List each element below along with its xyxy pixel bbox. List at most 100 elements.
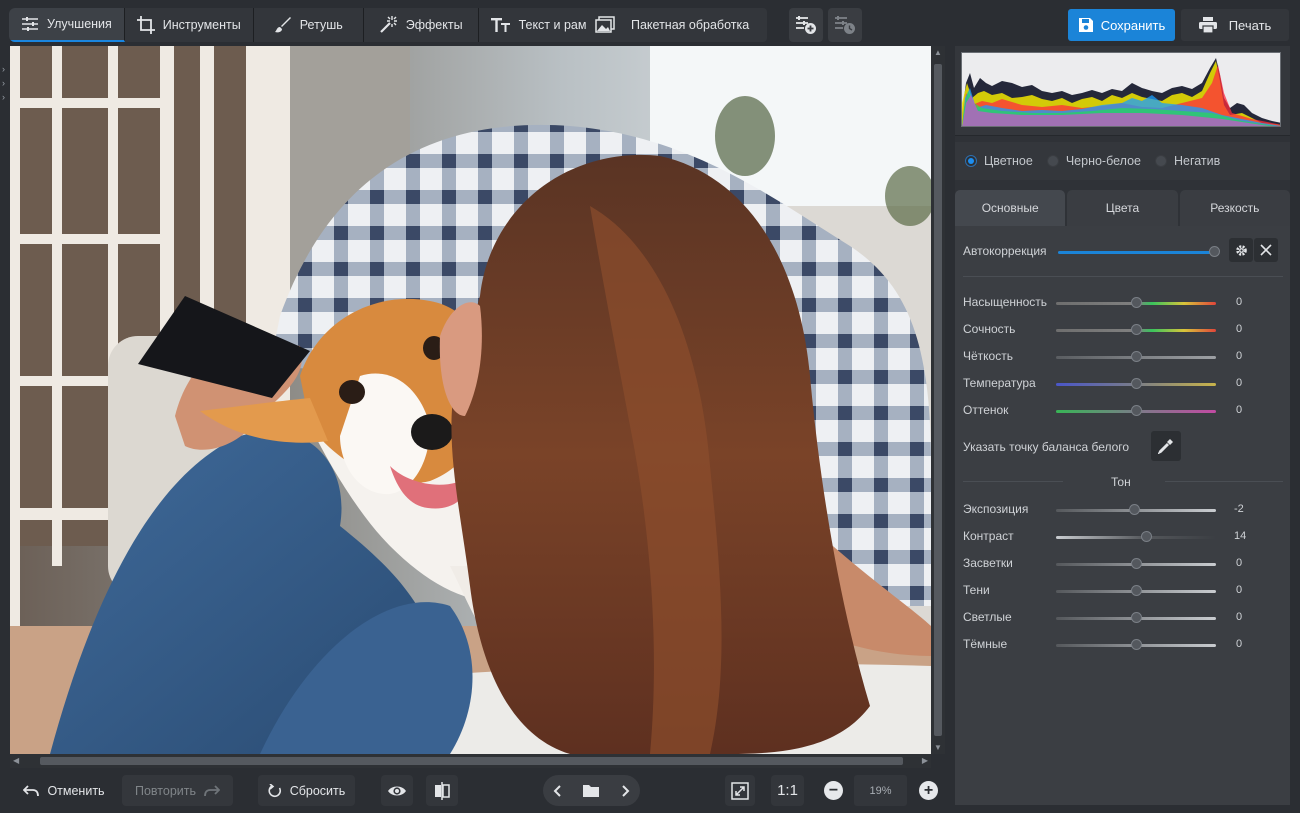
- slider-knob[interactable]: [1209, 246, 1220, 257]
- print-button[interactable]: Печать: [1181, 9, 1289, 41]
- vibrance-value: 0: [1236, 323, 1243, 335]
- reset-button[interactable]: Сбросить: [258, 775, 355, 806]
- photo: [10, 46, 931, 754]
- contrast-slider[interactable]: [1056, 536, 1216, 539]
- magic-wand-icon: [379, 16, 397, 33]
- radio-color[interactable]: Цветное: [965, 154, 1033, 168]
- white-balance-picker-button[interactable]: [1151, 431, 1181, 461]
- radio-black-white[interactable]: Черно-белое: [1046, 154, 1141, 168]
- zoom-in-icon[interactable]: +: [919, 781, 938, 800]
- add-to-queue-button[interactable]: [789, 8, 823, 42]
- tab-label: Эффекты: [405, 18, 463, 32]
- tab-label: Инструменты: [162, 18, 241, 32]
- radio-dot[interactable]: [1154, 155, 1167, 167]
- tab-retouch[interactable]: Ретушь: [253, 8, 364, 42]
- shadows-label: Тени: [963, 583, 990, 597]
- undo-arrow-icon: [23, 784, 40, 796]
- contrast-label: Контраст: [963, 529, 1014, 543]
- scroll-thumb[interactable]: [40, 757, 903, 765]
- clarity-label: Чёткость: [963, 349, 1013, 363]
- gear-icon: [1235, 244, 1247, 256]
- radio-dot[interactable]: [965, 155, 977, 167]
- color-mode-group: Цветное Черно-белое Негатив: [955, 142, 1290, 180]
- radio-negative[interactable]: Негатив: [1154, 154, 1221, 168]
- scroll-up-arrow-icon[interactable]: ▲: [934, 48, 942, 57]
- expand-arrow-icon[interactable]: ›: [2, 64, 5, 74]
- image-navigation: [543, 775, 640, 806]
- white-balance-label: Указать точку баланса белого: [963, 440, 1130, 454]
- autocorrection-label: Автокоррекция: [963, 244, 1047, 258]
- autocorrection-settings-button[interactable]: [1229, 238, 1253, 262]
- slider-knob[interactable]: [1131, 558, 1142, 569]
- exposure-label: Экспозиция: [963, 502, 1029, 516]
- slider-knob[interactable]: [1131, 297, 1142, 308]
- radio-label: Негатив: [1173, 154, 1221, 168]
- scroll-thumb[interactable]: [934, 64, 942, 736]
- slider-knob[interactable]: [1131, 324, 1142, 335]
- expand-arrow-icon[interactable]: ›: [2, 78, 5, 88]
- radio-label: Черно-белое: [1065, 154, 1141, 168]
- compare-button[interactable]: [426, 775, 458, 806]
- reset-icon: [268, 783, 281, 797]
- folder-icon[interactable]: [583, 784, 600, 797]
- images-icon: [595, 16, 615, 33]
- tab-effects[interactable]: Эффекты: [363, 8, 479, 42]
- print-label: Печать: [1228, 17, 1272, 33]
- expand-arrow-icon[interactable]: ›: [2, 92, 5, 102]
- fit-to-screen-button[interactable]: [725, 775, 755, 806]
- undo-button[interactable]: Отменить: [10, 775, 118, 806]
- horizontal-scrollbar[interactable]: ◀ ▶: [10, 754, 931, 768]
- highlights-value: 0: [1236, 557, 1243, 569]
- redo-arrow-icon: [204, 784, 220, 796]
- crop-icon: [136, 16, 155, 34]
- scroll-right-arrow-icon[interactable]: ▶: [922, 756, 928, 765]
- fit-screen-icon: [731, 781, 749, 800]
- autocorrection-cancel-button[interactable]: [1254, 238, 1278, 262]
- shadows-value: 0: [1236, 584, 1243, 596]
- batch-label: Пакетная обработка: [631, 18, 750, 32]
- printer-icon: [1198, 17, 1217, 33]
- tab-tools[interactable]: Инструменты: [124, 8, 254, 42]
- radio-dot[interactable]: [1046, 155, 1059, 167]
- preview-toggle-button[interactable]: [381, 775, 413, 806]
- slider-knob[interactable]: [1131, 639, 1142, 650]
- redo-button[interactable]: Повторить: [122, 775, 233, 806]
- batch-processing-button[interactable]: Пакетная обработка: [587, 8, 767, 42]
- tab-colors[interactable]: Цвета: [1067, 190, 1178, 226]
- top-toolbar: Улучшения Инструменты Ретушь Эффекты Тек…: [0, 0, 1300, 46]
- slider-knob[interactable]: [1131, 378, 1142, 389]
- zoom-out-icon[interactable]: −: [824, 781, 843, 800]
- collapsed-side-panel[interactable]: › › ›: [0, 46, 10, 754]
- whites-value: 0: [1236, 611, 1243, 623]
- next-image-icon[interactable]: [620, 784, 630, 798]
- slider-knob[interactable]: [1129, 504, 1140, 515]
- slider-knob[interactable]: [1131, 585, 1142, 596]
- temperature-value: 0: [1236, 377, 1243, 389]
- contrast-value: 14: [1234, 530, 1247, 542]
- eye-icon: [388, 786, 406, 795]
- compare-split-icon: [435, 781, 450, 800]
- histogram-section: [955, 46, 1290, 136]
- actual-size-button[interactable]: 1:1: [771, 775, 804, 806]
- slider-knob[interactable]: [1131, 351, 1142, 362]
- actual-size-label: 1:1: [777, 782, 798, 799]
- close-icon: [1260, 244, 1272, 256]
- slider-knob[interactable]: [1141, 531, 1152, 542]
- save-button[interactable]: Сохранить: [1068, 9, 1175, 41]
- tab-sharpness[interactable]: Резкость: [1179, 190, 1290, 226]
- adjustment-tabs: Основные Цвета Резкость: [955, 190, 1290, 226]
- scroll-left-arrow-icon[interactable]: ◀: [13, 756, 19, 765]
- slider-knob[interactable]: [1131, 405, 1142, 416]
- brush-icon: [274, 17, 291, 33]
- scroll-down-arrow-icon[interactable]: ▼: [934, 743, 942, 752]
- tab-basic[interactable]: Основные: [955, 190, 1066, 226]
- blacks-value: 0: [1236, 638, 1243, 650]
- previous-image-icon[interactable]: [553, 784, 563, 798]
- tint-value: 0: [1236, 404, 1243, 416]
- tab-enhancements[interactable]: Улучшения: [9, 8, 125, 42]
- apply-preset-button[interactable]: [828, 8, 862, 42]
- autocorrection-slider[interactable]: [1058, 251, 1216, 254]
- photo-canvas[interactable]: [10, 46, 931, 754]
- slider-knob[interactable]: [1131, 612, 1142, 623]
- vertical-scrollbar[interactable]: ▲ ▼: [931, 46, 945, 754]
